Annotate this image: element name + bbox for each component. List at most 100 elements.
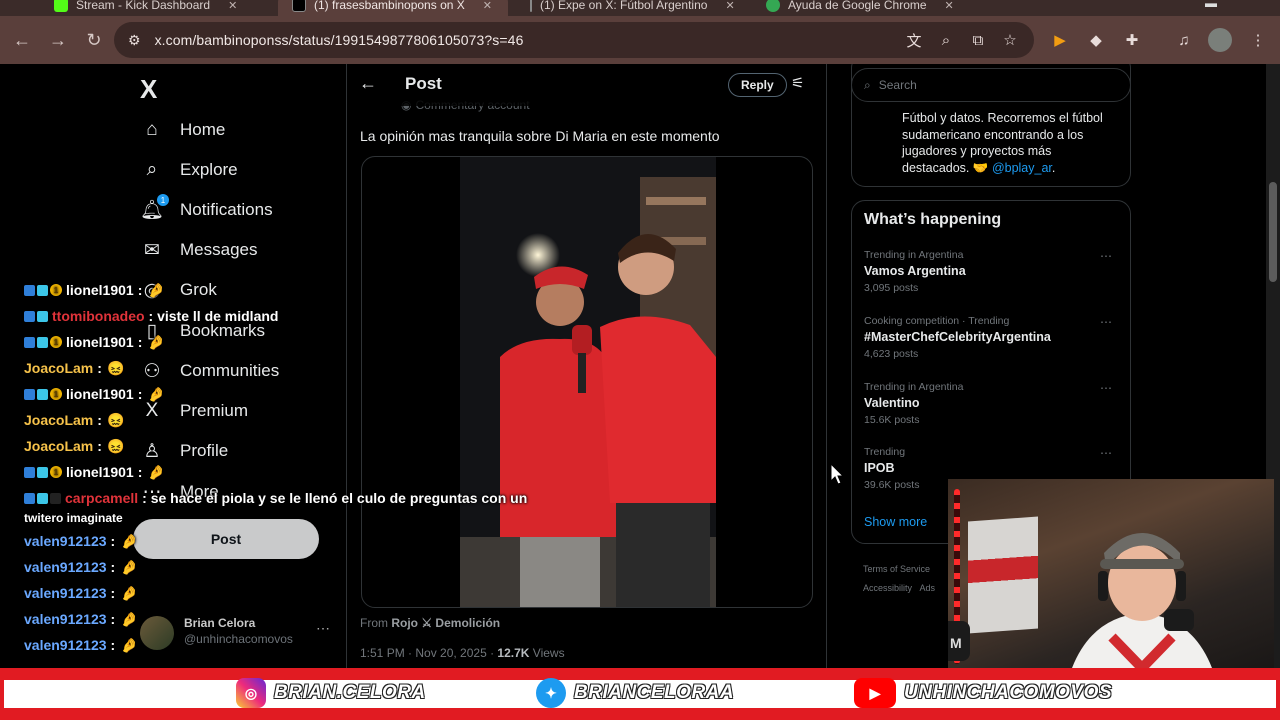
ads-link[interactable]: Ads bbox=[920, 583, 936, 593]
address-bar[interactable]: ⚙ x.com/bambinoponss/status/199154987780… bbox=[114, 22, 1034, 58]
chat-username[interactable]: valen912123 bbox=[24, 533, 107, 549]
sub-coin-icon: 1 bbox=[50, 284, 62, 296]
accessibility-link[interactable]: Accessibility bbox=[863, 583, 912, 593]
more-dots-icon[interactable]: ⋯ bbox=[1100, 315, 1112, 329]
x-logo[interactable]: X bbox=[140, 74, 157, 105]
close-tab-icon[interactable]: ✕ bbox=[483, 0, 492, 12]
zoom-icon[interactable]: ⌕ bbox=[936, 30, 956, 50]
chat-username[interactable]: valen912123 bbox=[24, 585, 107, 601]
chat-message: 1 lionel1901: 🤌 bbox=[24, 461, 166, 483]
compose-post-button[interactable]: Post bbox=[133, 519, 319, 559]
nav-explore[interactable]: ⌕ Explore bbox=[140, 150, 238, 190]
timestamp[interactable]: 1:51 PM · Nov 20, 2025 · bbox=[360, 646, 494, 660]
chrome-menu-icon[interactable]: ⋮ bbox=[1246, 28, 1270, 52]
user-badges bbox=[24, 310, 48, 322]
chat-username[interactable]: lionel1901 bbox=[66, 386, 134, 402]
tab-chrome-help[interactable]: Ayuda de Google Chrome ✕ bbox=[752, 0, 988, 16]
chat-message: valen912123: 🤌 bbox=[24, 634, 139, 656]
communities-icon: ⚇ bbox=[143, 360, 161, 382]
chat-emote-icon: 🤌 bbox=[120, 610, 138, 627]
reload-icon[interactable]: ↻ bbox=[82, 28, 106, 52]
nav-label: Messages bbox=[180, 240, 258, 259]
trend-item[interactable]: Cooking competition · Trending #MasterCh… bbox=[864, 315, 1120, 371]
bio-link[interactable]: @bplay_ar bbox=[992, 161, 1052, 175]
video-still bbox=[460, 157, 716, 607]
close-tab-icon[interactable]: ✕ bbox=[228, 0, 237, 12]
filter-sliders-icon[interactable]: ⚟ bbox=[791, 74, 804, 92]
tab-kick-dashboard[interactable]: Stream - Kick Dashboard ✕ bbox=[40, 0, 276, 16]
media-controls-icon[interactable]: ♫ bbox=[1172, 28, 1196, 52]
account-name: Brian Celora bbox=[184, 616, 256, 630]
play-extension-icon[interactable]: ▶ bbox=[1048, 28, 1072, 52]
forward-icon[interactable]: → bbox=[46, 28, 70, 52]
chat-username[interactable]: JoacoLam bbox=[24, 412, 93, 428]
chat-badge-icon bbox=[24, 284, 35, 296]
chat-emote-icon: 🤌 bbox=[147, 333, 166, 350]
account-switcher[interactable]: Brian Celora @unhinchacomovos ⋯ bbox=[140, 610, 340, 654]
minimize-icon[interactable]: ▬ bbox=[1205, 0, 1217, 10]
tab-expe[interactable]: (1) Expe on X: Fútbol Argentino ✕ bbox=[516, 0, 748, 16]
instagram-handle: ◎ BRIAN.CELORA bbox=[236, 678, 426, 708]
terms-link[interactable]: Terms of Service bbox=[863, 560, 935, 579]
chat-badge-icon bbox=[24, 492, 35, 504]
chat-username[interactable]: JoacoLam bbox=[24, 360, 93, 376]
tab-title: Stream - Kick Dashboard bbox=[76, 0, 211, 12]
extension-icon[interactable]: ◆ bbox=[1084, 28, 1108, 52]
tab-title: Ayuda de Google Chrome bbox=[788, 0, 927, 12]
chat-username[interactable]: ttomibonadeo bbox=[52, 308, 145, 324]
chat-username[interactable]: JoacoLam bbox=[24, 438, 93, 454]
nav-label: Home bbox=[180, 120, 226, 139]
nav-notifications[interactable]: 🔔︎ 1 Notifications bbox=[140, 190, 273, 230]
back-icon[interactable]: ← bbox=[10, 28, 34, 52]
video-frame[interactable] bbox=[460, 157, 716, 607]
chat-message: JoacoLam: 😖 bbox=[24, 409, 126, 431]
close-tab-icon[interactable]: ✕ bbox=[945, 0, 954, 12]
reply-button[interactable]: Reply bbox=[728, 73, 787, 97]
more-dots-icon[interactable]: ⋯ bbox=[1100, 249, 1112, 263]
person-icon: ♙ bbox=[143, 440, 161, 462]
chat-badge-icon bbox=[37, 336, 48, 348]
chat-username[interactable]: valen912123 bbox=[24, 559, 107, 575]
back-arrow-icon[interactable]: ← bbox=[359, 73, 377, 94]
home-icon: ⌂ bbox=[146, 119, 158, 140]
chat-message: ttomibonadeo: viste ll de midland bbox=[24, 305, 278, 327]
tweet-text: La opinión mas tranquila sobre Di Maria … bbox=[360, 128, 720, 144]
site-info-icon[interactable]: ⚙ bbox=[128, 32, 141, 49]
tab-title: (1) Expe on X: Fútbol Argentino bbox=[540, 0, 708, 12]
user-badges bbox=[24, 492, 61, 504]
chat-username[interactable]: valen912123 bbox=[24, 611, 107, 627]
chat-username[interactable]: carpcamell bbox=[65, 490, 138, 506]
source-account-link[interactable]: Rojo ⚔ Demolición bbox=[391, 616, 500, 630]
chat-username[interactable]: lionel1901 bbox=[66, 464, 134, 480]
trend-item[interactable]: Trending in Argentina Valentino 15.6K po… bbox=[864, 381, 1120, 437]
nav-messages[interactable]: ✉ Messages bbox=[140, 230, 257, 270]
chat-username[interactable]: lionel1901 bbox=[66, 282, 134, 298]
show-more-link[interactable]: Show more bbox=[864, 515, 927, 529]
more-dots-icon[interactable]: ⋯ bbox=[316, 620, 330, 637]
profile-avatar-icon[interactable] bbox=[1208, 28, 1232, 52]
translate-icon[interactable]: 文 bbox=[904, 30, 924, 50]
trend-item[interactable]: Trending in Argentina Vamos Argentina 3,… bbox=[864, 249, 1120, 305]
chat-username[interactable]: valen912123 bbox=[24, 637, 107, 653]
install-app-icon[interactable]: ⧉ bbox=[968, 30, 988, 50]
chat-emote-icon: 🤌 bbox=[147, 281, 166, 298]
chat-message: carpcamell: se hace el piola y se le lle… bbox=[24, 487, 527, 509]
extensions-puzzle-icon[interactable]: ✚ bbox=[1120, 28, 1144, 52]
chat-message: valen912123: 🤌 bbox=[24, 582, 139, 604]
scrollbar-thumb[interactable] bbox=[1269, 182, 1277, 282]
nav-home[interactable]: ⌂ Home bbox=[140, 110, 225, 150]
video-player[interactable] bbox=[361, 156, 813, 608]
search-input[interactable]: ⌕ Search bbox=[851, 68, 1131, 102]
footer-links: Terms of Service Accessibility Ads bbox=[863, 560, 935, 598]
chat-badge-icon bbox=[50, 492, 61, 504]
chat-username[interactable]: lionel1901 bbox=[66, 334, 134, 350]
more-dots-icon[interactable]: ⋯ bbox=[1100, 446, 1112, 460]
bookmark-star-icon[interactable]: ☆ bbox=[1000, 30, 1020, 50]
more-dots-icon[interactable]: ⋯ bbox=[1100, 381, 1112, 395]
post-header: ← Post Reply ⚟ bbox=[347, 64, 826, 106]
url-text[interactable]: x.com/bambinoponss/status/19915498778061… bbox=[155, 32, 524, 48]
tab-frasesbambinopons[interactable]: (1) frasesbambinopons on X ✕ bbox=[278, 0, 508, 16]
chat-emote-icon: 🤌 bbox=[147, 463, 166, 480]
close-tab-icon[interactable]: ✕ bbox=[725, 0, 734, 12]
x-favicon-icon bbox=[292, 0, 306, 12]
